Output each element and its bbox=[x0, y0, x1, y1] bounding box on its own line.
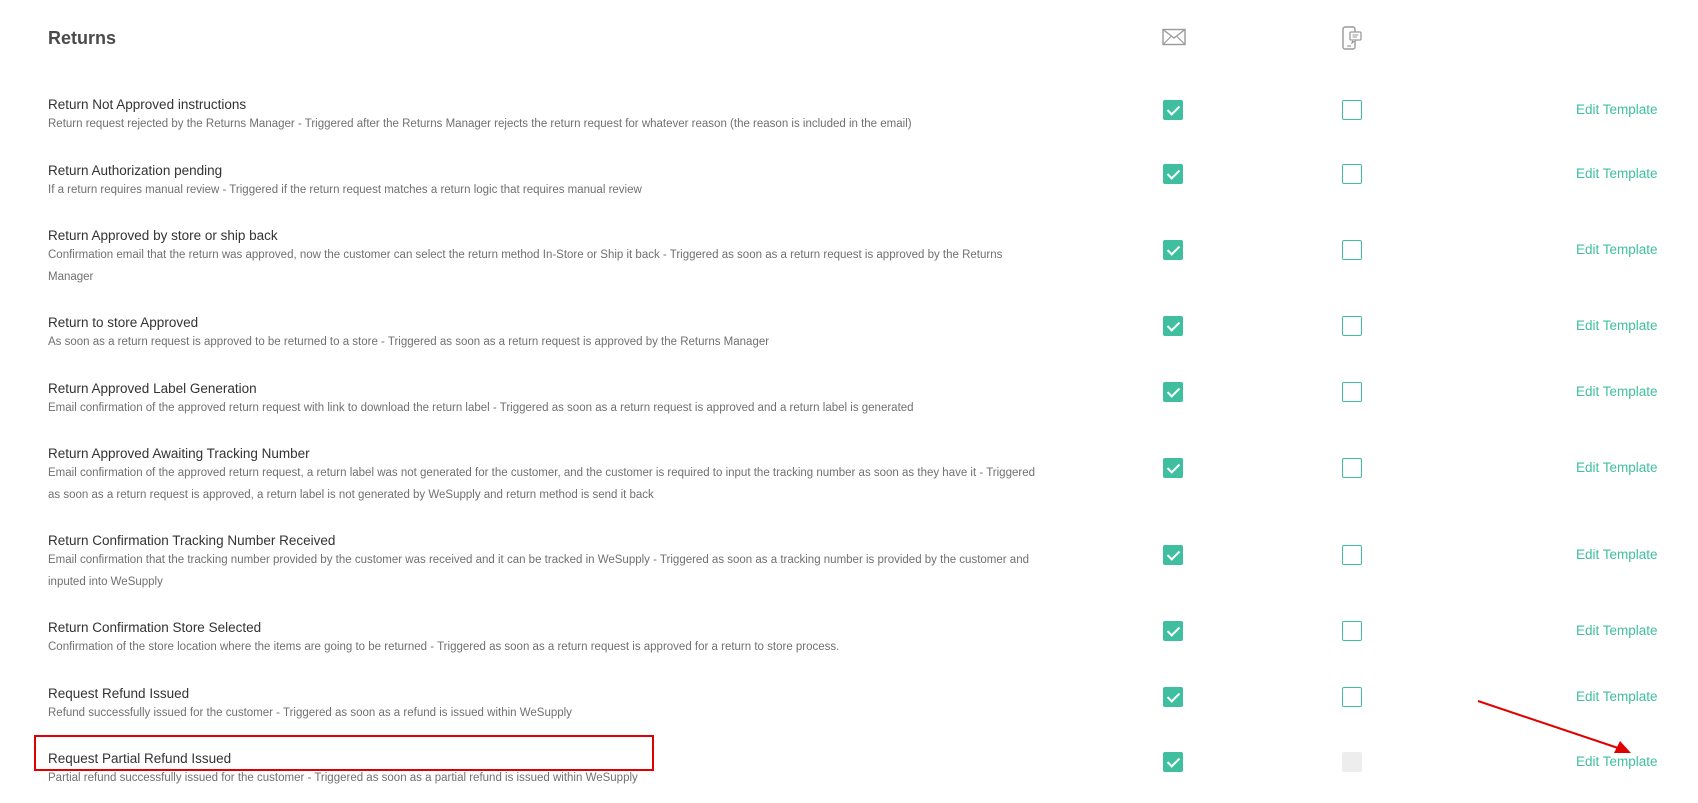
mobile-chat-icon bbox=[1342, 26, 1362, 50]
email-enabled-checkbox[interactable] bbox=[1163, 316, 1183, 336]
notification-title: Return Not Approved instructions bbox=[48, 97, 247, 112]
email-enabled-checkbox[interactable] bbox=[1163, 382, 1183, 402]
edit-template-link[interactable]: Edit Template bbox=[1576, 242, 1658, 257]
sms-enabled-checkbox[interactable] bbox=[1342, 621, 1362, 641]
edit-template-link[interactable]: Edit Template bbox=[1576, 384, 1658, 399]
notification-title: Request Partial Refund Issued bbox=[48, 751, 232, 766]
notification-title: Return Confirmation Store Selected bbox=[48, 620, 262, 635]
edit-template-link[interactable]: Edit Template bbox=[1576, 166, 1658, 181]
notification-description: Manager bbox=[48, 271, 94, 283]
email-enabled-checkbox[interactable] bbox=[1163, 164, 1183, 184]
notification-title: Request Refund Issued bbox=[48, 686, 190, 701]
email-enabled-checkbox[interactable] bbox=[1163, 458, 1183, 478]
notification-title: Return Approved Label Generation bbox=[48, 381, 257, 396]
notification-description: As soon as a return request is approved … bbox=[48, 336, 770, 348]
notification-title: Return to store Approved bbox=[48, 315, 199, 330]
sms-enabled-checkbox[interactable] bbox=[1342, 100, 1362, 120]
notification-description: If a return requires manual review - Tri… bbox=[48, 184, 642, 196]
notification-description: Email confirmation that the tracking num… bbox=[48, 554, 1029, 566]
notification-description: Email confirmation of the approved retur… bbox=[48, 402, 914, 414]
sms-enabled-checkbox[interactable] bbox=[1342, 316, 1362, 336]
email-enabled-checkbox[interactable] bbox=[1163, 752, 1183, 772]
notification-description: Confirmation of the store location where… bbox=[48, 641, 840, 653]
sms-enabled-checkbox[interactable] bbox=[1342, 458, 1362, 478]
notification-description: Email confirmation of the approved retur… bbox=[48, 467, 1035, 479]
notification-description: Return request rejected by the Returns M… bbox=[48, 118, 912, 130]
sms-enabled-checkbox[interactable] bbox=[1342, 164, 1362, 184]
email-enabled-checkbox[interactable] bbox=[1163, 687, 1183, 707]
sms-enabled-checkbox[interactable] bbox=[1342, 545, 1362, 565]
notification-description: Confirmation email that the return was a… bbox=[48, 249, 1003, 261]
notification-title: Return Confirmation Tracking Number Rece… bbox=[48, 533, 336, 548]
section-title: Returns bbox=[48, 28, 117, 48]
notification-description: Refund successfully issued for the custo… bbox=[48, 707, 572, 719]
notification-title: Return Approved Awaiting Tracking Number bbox=[48, 446, 310, 461]
notification-title: Return Approved by store or ship back bbox=[48, 228, 278, 243]
edit-template-link[interactable]: Edit Template bbox=[1576, 318, 1658, 333]
edit-template-link[interactable]: Edit Template bbox=[1576, 623, 1658, 638]
notification-description: Partial refund successfully issued for t… bbox=[48, 772, 638, 784]
envelope-icon bbox=[1162, 28, 1186, 46]
email-enabled-checkbox[interactable] bbox=[1163, 545, 1183, 565]
email-enabled-checkbox[interactable] bbox=[1163, 621, 1183, 641]
sms-enabled-checkbox[interactable] bbox=[1342, 240, 1362, 260]
email-enabled-checkbox[interactable] bbox=[1163, 240, 1183, 260]
notification-description: as soon as a return request is approved,… bbox=[48, 489, 654, 501]
edit-template-link[interactable]: Edit Template bbox=[1576, 460, 1658, 475]
sms-enabled-checkbox[interactable] bbox=[1342, 687, 1362, 707]
sms-enabled-checkbox[interactable] bbox=[1342, 382, 1362, 402]
edit-template-link[interactable]: Edit Template bbox=[1576, 547, 1658, 562]
edit-template-link[interactable]: Edit Template bbox=[1576, 102, 1658, 117]
arrow-annotation bbox=[1477, 700, 1631, 753]
notification-description: inputed into WeSupply bbox=[48, 576, 163, 588]
notification-title: Return Authorization pending bbox=[48, 163, 223, 178]
sms-enabled-checkbox bbox=[1342, 752, 1362, 772]
email-enabled-checkbox[interactable] bbox=[1163, 100, 1183, 120]
